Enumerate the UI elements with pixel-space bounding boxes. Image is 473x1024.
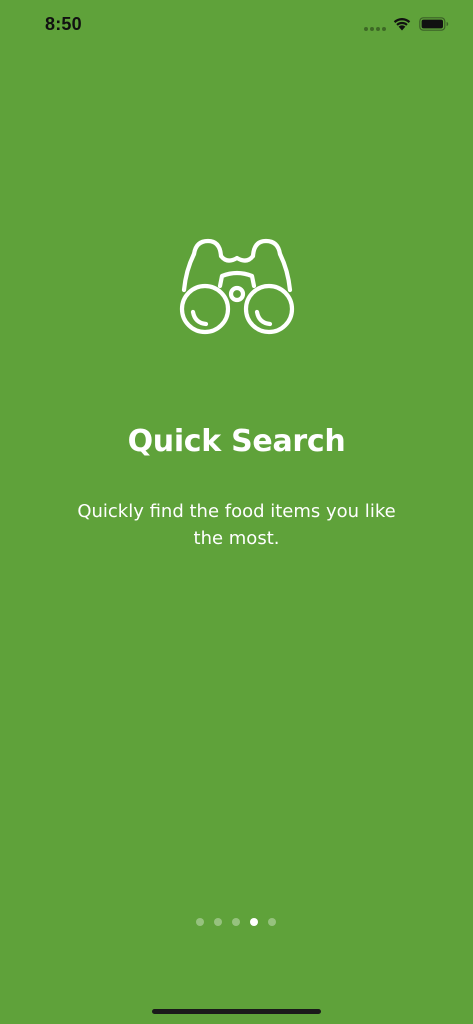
page-indicator[interactable] — [196, 918, 276, 926]
page-description: Quickly find the food items you like the… — [77, 501, 396, 549]
status-time: 8:50 — [45, 14, 82, 34]
page-dot-5[interactable] — [268, 918, 276, 926]
cellular-signal-icon — [364, 27, 386, 31]
page-dot-2[interactable] — [214, 918, 222, 926]
home-indicator[interactable] — [152, 1009, 321, 1014]
battery-icon — [419, 17, 449, 31]
page-title: Quick Search — [127, 424, 346, 459]
binoculars-icon — [179, 238, 295, 335]
status-bar: 8:50 — [0, 0, 473, 50]
page-dot-1[interactable] — [196, 918, 204, 926]
onboarding-screen: 8:50 Quick Search Quickly find the food … — [0, 0, 473, 1024]
page-dot-4-active[interactable] — [250, 918, 258, 926]
page-dot-3[interactable] — [232, 918, 240, 926]
wifi-icon — [393, 18, 411, 31]
